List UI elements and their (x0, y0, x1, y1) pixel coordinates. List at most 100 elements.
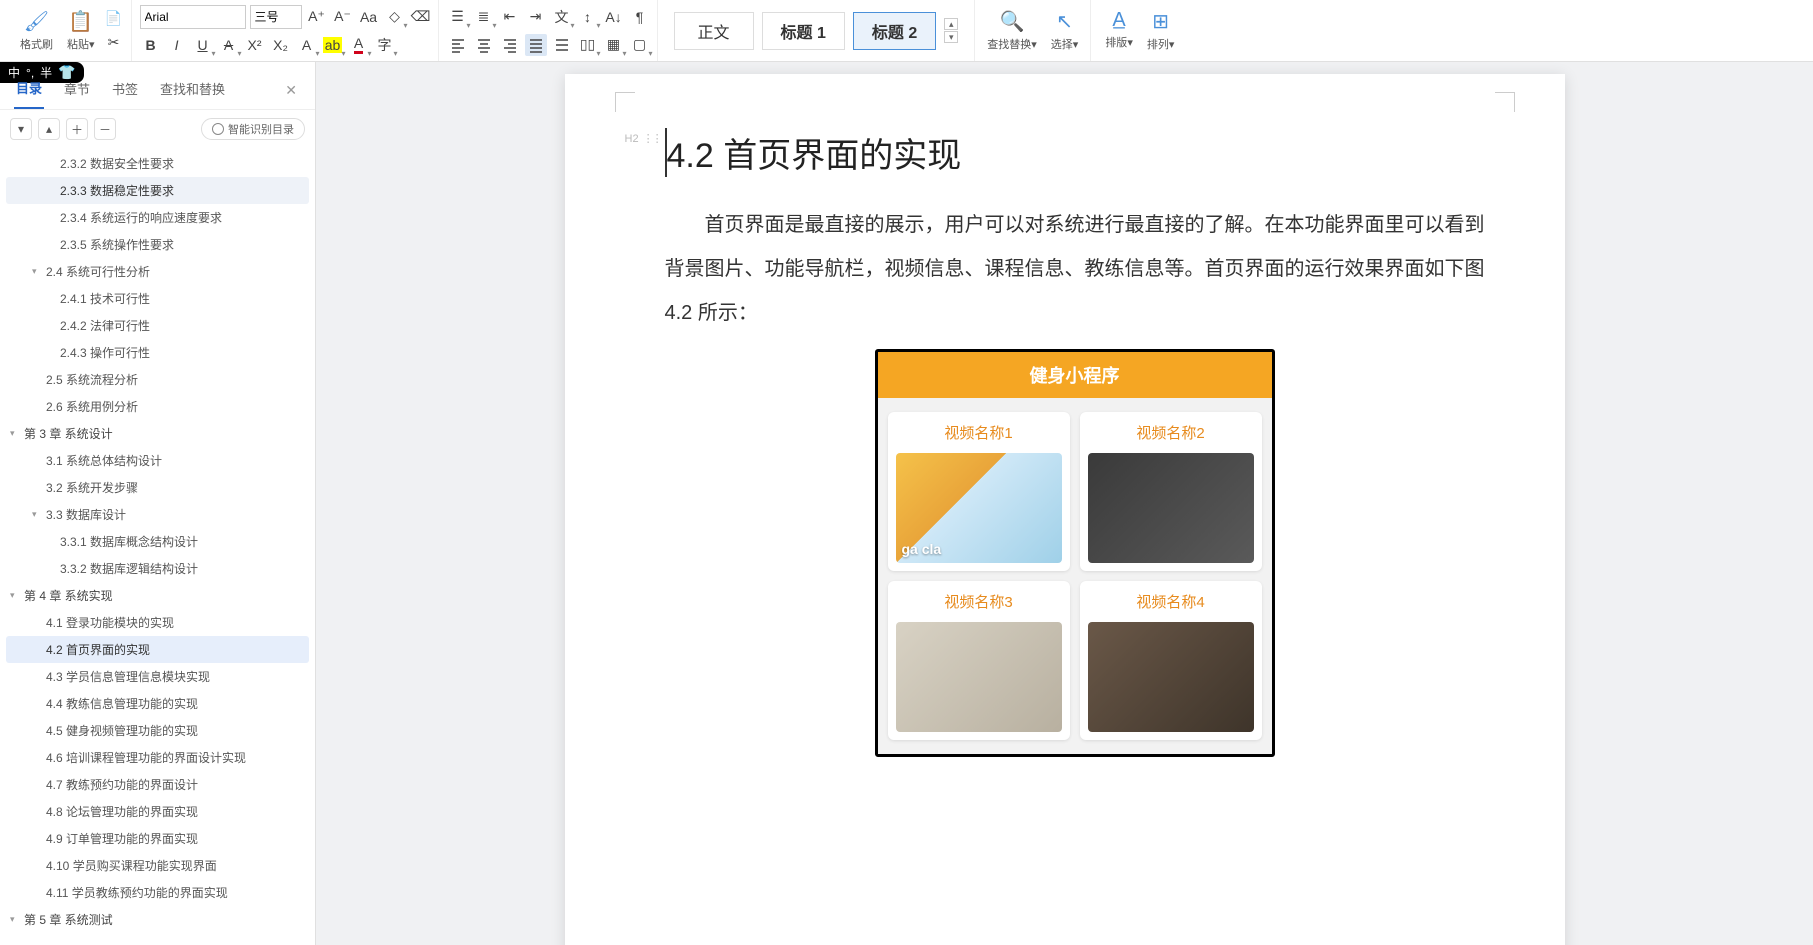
align-justify-icon[interactable] (525, 34, 547, 56)
find-replace-button[interactable]: 🔍 查找替换▾ (981, 5, 1043, 56)
select-button[interactable]: ↖ 选择▾ (1045, 5, 1085, 56)
toc-item[interactable]: 2.4.3 操作可行性 (6, 339, 309, 366)
arrange-button[interactable]: ⊞ 排列▾ (1141, 5, 1181, 56)
style-heading1[interactable]: 标题 1 (762, 12, 845, 50)
toc-item[interactable]: 4.1 登录功能模块的实现 (6, 609, 309, 636)
font-name-select[interactable] (140, 5, 246, 29)
copy-icon[interactable]: 📄 (103, 8, 125, 30)
toc-item[interactable]: 2.3.2 数据安全性要求 (6, 150, 309, 177)
cut-icon[interactable]: ✂ (103, 32, 125, 54)
heading-level-badge: H2 (625, 133, 639, 145)
show-marks-icon[interactable]: ¶ (629, 6, 651, 28)
toc-item[interactable]: 4.7 教练预约功能的界面设计 (6, 771, 309, 798)
text-effect-icon[interactable]: A (296, 34, 318, 56)
bullet-list-icon[interactable]: ☰ (447, 6, 469, 28)
toc-remove-icon[interactable]: － (94, 118, 116, 140)
text-direction-icon[interactable]: 文 (551, 6, 573, 28)
increase-indent-icon[interactable]: ⇥ (525, 6, 547, 28)
eraser-icon[interactable]: ⌫ (410, 6, 432, 28)
chevron-down-icon[interactable]: ▾ (32, 509, 42, 520)
toc-item[interactable]: 2.3.5 系统操作性要求 (6, 231, 309, 258)
toc-item[interactable]: 4.8 论坛管理功能的界面实现 (6, 798, 309, 825)
toc-list[interactable]: 2.3.2 数据安全性要求2.3.3 数据稳定性要求2.3.4 系统运行的响应速… (0, 148, 315, 945)
tab-toc[interactable]: 目录 (14, 72, 44, 109)
document-viewport[interactable]: H2 ⋮⋮ 4.2 首页界面的实现 首页界面是最直接的展示，用户可以对系统进行最… (316, 62, 1813, 945)
increase-font-icon[interactable]: A⁺ (306, 6, 328, 28)
tab-findreplace[interactable]: 查找和替换 (158, 73, 227, 108)
clear-format-icon[interactable]: ◇ (384, 6, 406, 28)
line-spacing-icon[interactable]: ↕ (577, 6, 599, 28)
chevron-down-icon[interactable]: ▾ (10, 914, 20, 925)
sidebar-close-icon[interactable]: ✕ (281, 78, 301, 103)
arrange-icon: ⊞ (1152, 9, 1169, 34)
chevron-down-icon[interactable]: ▾ (32, 266, 42, 277)
superscript-icon[interactable]: X² (244, 34, 266, 56)
toc-item[interactable]: ▾2.4 系统可行性分析 (6, 258, 309, 285)
toc-item-label: 4.9 订单管理功能的界面实现 (46, 830, 198, 847)
format-painter-label: 格式刷 (20, 36, 53, 52)
align-right-icon[interactable] (499, 34, 521, 56)
highlight-icon[interactable]: ab (322, 34, 344, 56)
format-painter-button[interactable]: 🖌 格式刷 (14, 5, 59, 56)
toc-item[interactable]: 4.9 订单管理功能的界面实现 (6, 825, 309, 852)
toc-item[interactable]: 3.2 系统开发步骤 (6, 474, 309, 501)
borders-icon[interactable]: ▢ (629, 34, 651, 56)
toc-item[interactable]: 2.5 系统流程分析 (6, 366, 309, 393)
toc-item[interactable]: ▾第 5 章 系统测试 (6, 906, 309, 933)
decrease-indent-icon[interactable]: ⇤ (499, 6, 521, 28)
align-left-icon[interactable] (447, 34, 469, 56)
font-size-select[interactable] (250, 5, 302, 29)
tab-chapter[interactable]: 章节 (62, 73, 92, 108)
section-heading[interactable]: 4.2 首页界面的实现 (665, 128, 1485, 177)
toc-item[interactable]: 4.2 首页界面的实现 (6, 636, 309, 663)
paste-button[interactable]: 📋 粘贴▾ (61, 5, 101, 56)
toc-item[interactable]: 2.6 系统用例分析 (6, 393, 309, 420)
shading-icon[interactable]: ▦ (603, 34, 625, 56)
columns-icon[interactable]: ▯▯ (577, 34, 599, 56)
italic-icon[interactable]: I (166, 34, 188, 56)
decrease-font-icon[interactable]: A⁻ (332, 6, 354, 28)
toc-add-icon[interactable]: ＋ (66, 118, 88, 140)
toc-item[interactable]: 4.10 学员购买课程功能实现界面 (6, 852, 309, 879)
toc-item[interactable]: 2.4.2 法律可行性 (6, 312, 309, 339)
toc-item[interactable]: 3.3.1 数据库概念结构设计 (6, 528, 309, 555)
select-label: 选择▾ (1051, 36, 1079, 52)
align-distribute-icon[interactable] (551, 34, 573, 56)
change-case-icon[interactable]: Aa (358, 6, 380, 28)
typeset-button[interactable]: A̲ 排版▾ (1099, 5, 1139, 56)
font-color-icon[interactable]: A (348, 34, 370, 56)
toc-item[interactable]: 4.11 学员教练预约功能的界面实现 (6, 879, 309, 906)
section-paragraph[interactable]: 首页界面是最直接的展示，用户可以对系统进行最直接的了解。在本功能界面里可以看到背… (665, 203, 1485, 335)
smart-detect-button[interactable]: 智能识别目录 (201, 118, 305, 140)
heading-handle[interactable]: H2 ⋮⋮ (625, 132, 661, 145)
style-normal[interactable]: 正文 (674, 12, 754, 50)
align-center-icon[interactable] (473, 34, 495, 56)
chevron-down-icon[interactable]: ▾ (10, 590, 20, 601)
toc-item[interactable]: 3.1 系统总体结构设计 (6, 447, 309, 474)
underline-icon[interactable]: U (192, 34, 214, 56)
toc-item[interactable]: 4.3 学员信息管理信息模块实现 (6, 663, 309, 690)
toc-collapse-icon[interactable]: ▴ (38, 118, 60, 140)
sort-icon[interactable]: A↓ (603, 6, 625, 28)
toc-item[interactable]: ▾3.3 数据库设计 (6, 501, 309, 528)
style-next-icon[interactable]: ▾ (944, 31, 958, 43)
toc-item[interactable]: 2.4.1 技术可行性 (6, 285, 309, 312)
style-prev-icon[interactable]: ▴ (944, 18, 958, 30)
toc-item[interactable]: ▾第 3 章 系统设计 (6, 420, 309, 447)
toc-item[interactable]: 3.3.2 数据库逻辑结构设计 (6, 555, 309, 582)
toc-item[interactable]: 2.3.4 系统运行的响应速度要求 (6, 204, 309, 231)
bold-icon[interactable]: B (140, 34, 162, 56)
chevron-down-icon[interactable]: ▾ (10, 428, 20, 439)
tab-bookmark[interactable]: 书签 (110, 73, 140, 108)
toc-item[interactable]: 4.5 健身视频管理功能的实现 (6, 717, 309, 744)
toc-expand-icon[interactable]: ▾ (10, 118, 32, 140)
strikethrough-icon[interactable]: A (218, 34, 240, 56)
toc-item[interactable]: ▾第 4 章 系统实现 (6, 582, 309, 609)
style-heading2[interactable]: 标题 2 (853, 12, 936, 50)
number-list-icon[interactable]: ≣ (473, 6, 495, 28)
toc-item[interactable]: 4.6 培训课程管理功能的界面设计实现 (6, 744, 309, 771)
toc-item[interactable]: 2.3.3 数据稳定性要求 (6, 177, 309, 204)
phonetic-icon[interactable]: 字 (374, 34, 396, 56)
subscript-icon[interactable]: X₂ (270, 34, 292, 56)
toc-item[interactable]: 4.4 教练信息管理功能的实现 (6, 690, 309, 717)
